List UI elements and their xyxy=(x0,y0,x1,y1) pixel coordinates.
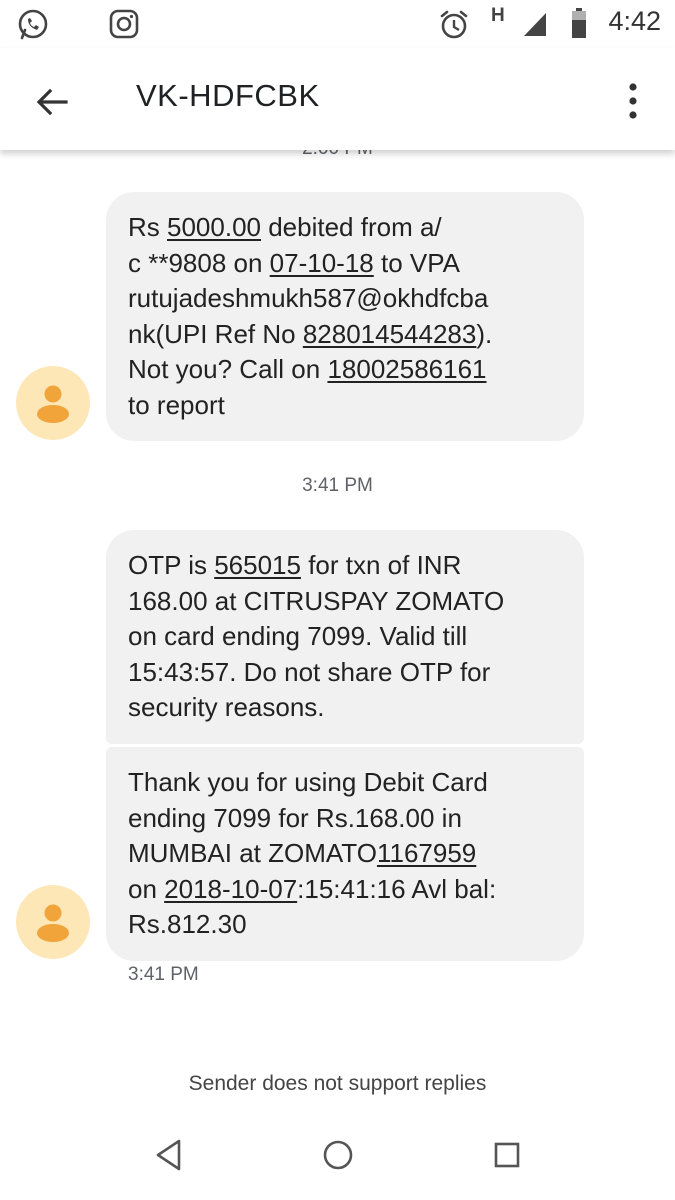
message-text: OTP is xyxy=(128,550,215,580)
message-text: 15:43:57. Do not share OTP for xyxy=(128,656,491,687)
message-link[interactable]: 2018-10-07 xyxy=(164,874,297,904)
message-text: Not you? Call on xyxy=(128,354,328,384)
status-bar: H 4:42 xyxy=(0,0,675,48)
sender-avatar[interactable] xyxy=(16,885,90,959)
message-bubble[interactable]: Thank you for using Debit Card ending 709… xyxy=(106,747,584,961)
message-link[interactable]: 07-10-18 xyxy=(270,248,374,278)
message-timestamp: 3:41 PM xyxy=(302,475,373,496)
message-link[interactable]: 5000.00 xyxy=(167,212,261,242)
more-vert-icon[interactable] xyxy=(620,78,646,124)
whatsapp-icon xyxy=(16,8,50,47)
message-timestamp: 3:41 PM xyxy=(128,964,199,985)
message-text: c **9808 on xyxy=(128,247,270,278)
message-text: nk(UPI Ref No xyxy=(128,318,303,349)
clock: 4:42 xyxy=(608,6,661,36)
message-text: rutujadeshmukh587@okhdfcba xyxy=(128,283,489,313)
message-text: :15:41:16 Avl bal: xyxy=(297,873,497,904)
message-text: to report xyxy=(128,389,225,420)
message-link[interactable]: 565015 xyxy=(214,550,301,580)
home-circle-icon[interactable] xyxy=(320,1136,356,1179)
message-bubble[interactable]: Rs 5000.00 debited from a/c **9808 on 07… xyxy=(106,192,584,441)
message-text: on card ending 7099. Valid till xyxy=(128,621,468,651)
message-text: Rs xyxy=(128,212,167,242)
conversation-list[interactable]: 2:00 PM Rs 5000.00 debited from a/c **98… xyxy=(0,150,675,1050)
no-reply-notice: Sender does not support replies xyxy=(188,1072,487,1095)
message-timestamp: 2:00 PM xyxy=(0,150,675,160)
navigation-bar xyxy=(0,1118,675,1200)
message-text: ending 7099 for Rs.168.00 in xyxy=(128,802,462,833)
message-text: ). xyxy=(476,318,493,349)
battery-icon xyxy=(570,7,588,44)
signal-icon xyxy=(522,10,548,43)
message-text: debited from a/ xyxy=(260,212,442,242)
message-text: Rs.812.30 xyxy=(128,909,247,939)
back-triangle-icon[interactable] xyxy=(152,1136,186,1179)
message-text: Thank you for using Debit Card xyxy=(128,767,488,797)
network-type-label: H xyxy=(491,5,505,26)
message-text: for txn of INR xyxy=(300,550,462,580)
message-link[interactable]: 1167959 xyxy=(377,838,476,868)
message-bubble[interactable]: OTP is 565015 for txn of INR 168.00 at CI… xyxy=(106,530,584,744)
message-text: on xyxy=(128,873,165,904)
message-link[interactable]: 828014544283 xyxy=(303,319,477,349)
back-arrow-icon[interactable] xyxy=(30,80,74,124)
message-text: to VPA xyxy=(373,247,460,278)
message-text: 168.00 at CITRUSPAY ZOMATO xyxy=(128,585,505,616)
message-link[interactable]: 18002586161 xyxy=(327,354,486,384)
message-text: security reasons. xyxy=(128,692,325,722)
recents-square-icon[interactable] xyxy=(490,1136,524,1179)
app-bar: VK-HDFCBK xyxy=(0,48,675,150)
alarm-icon xyxy=(438,8,470,47)
conversation-title: VK-HDFCBK xyxy=(136,78,320,113)
message-text: MUMBAI at ZOMATO xyxy=(128,838,377,868)
sender-avatar[interactable] xyxy=(16,366,90,440)
instagram-icon xyxy=(108,8,140,45)
